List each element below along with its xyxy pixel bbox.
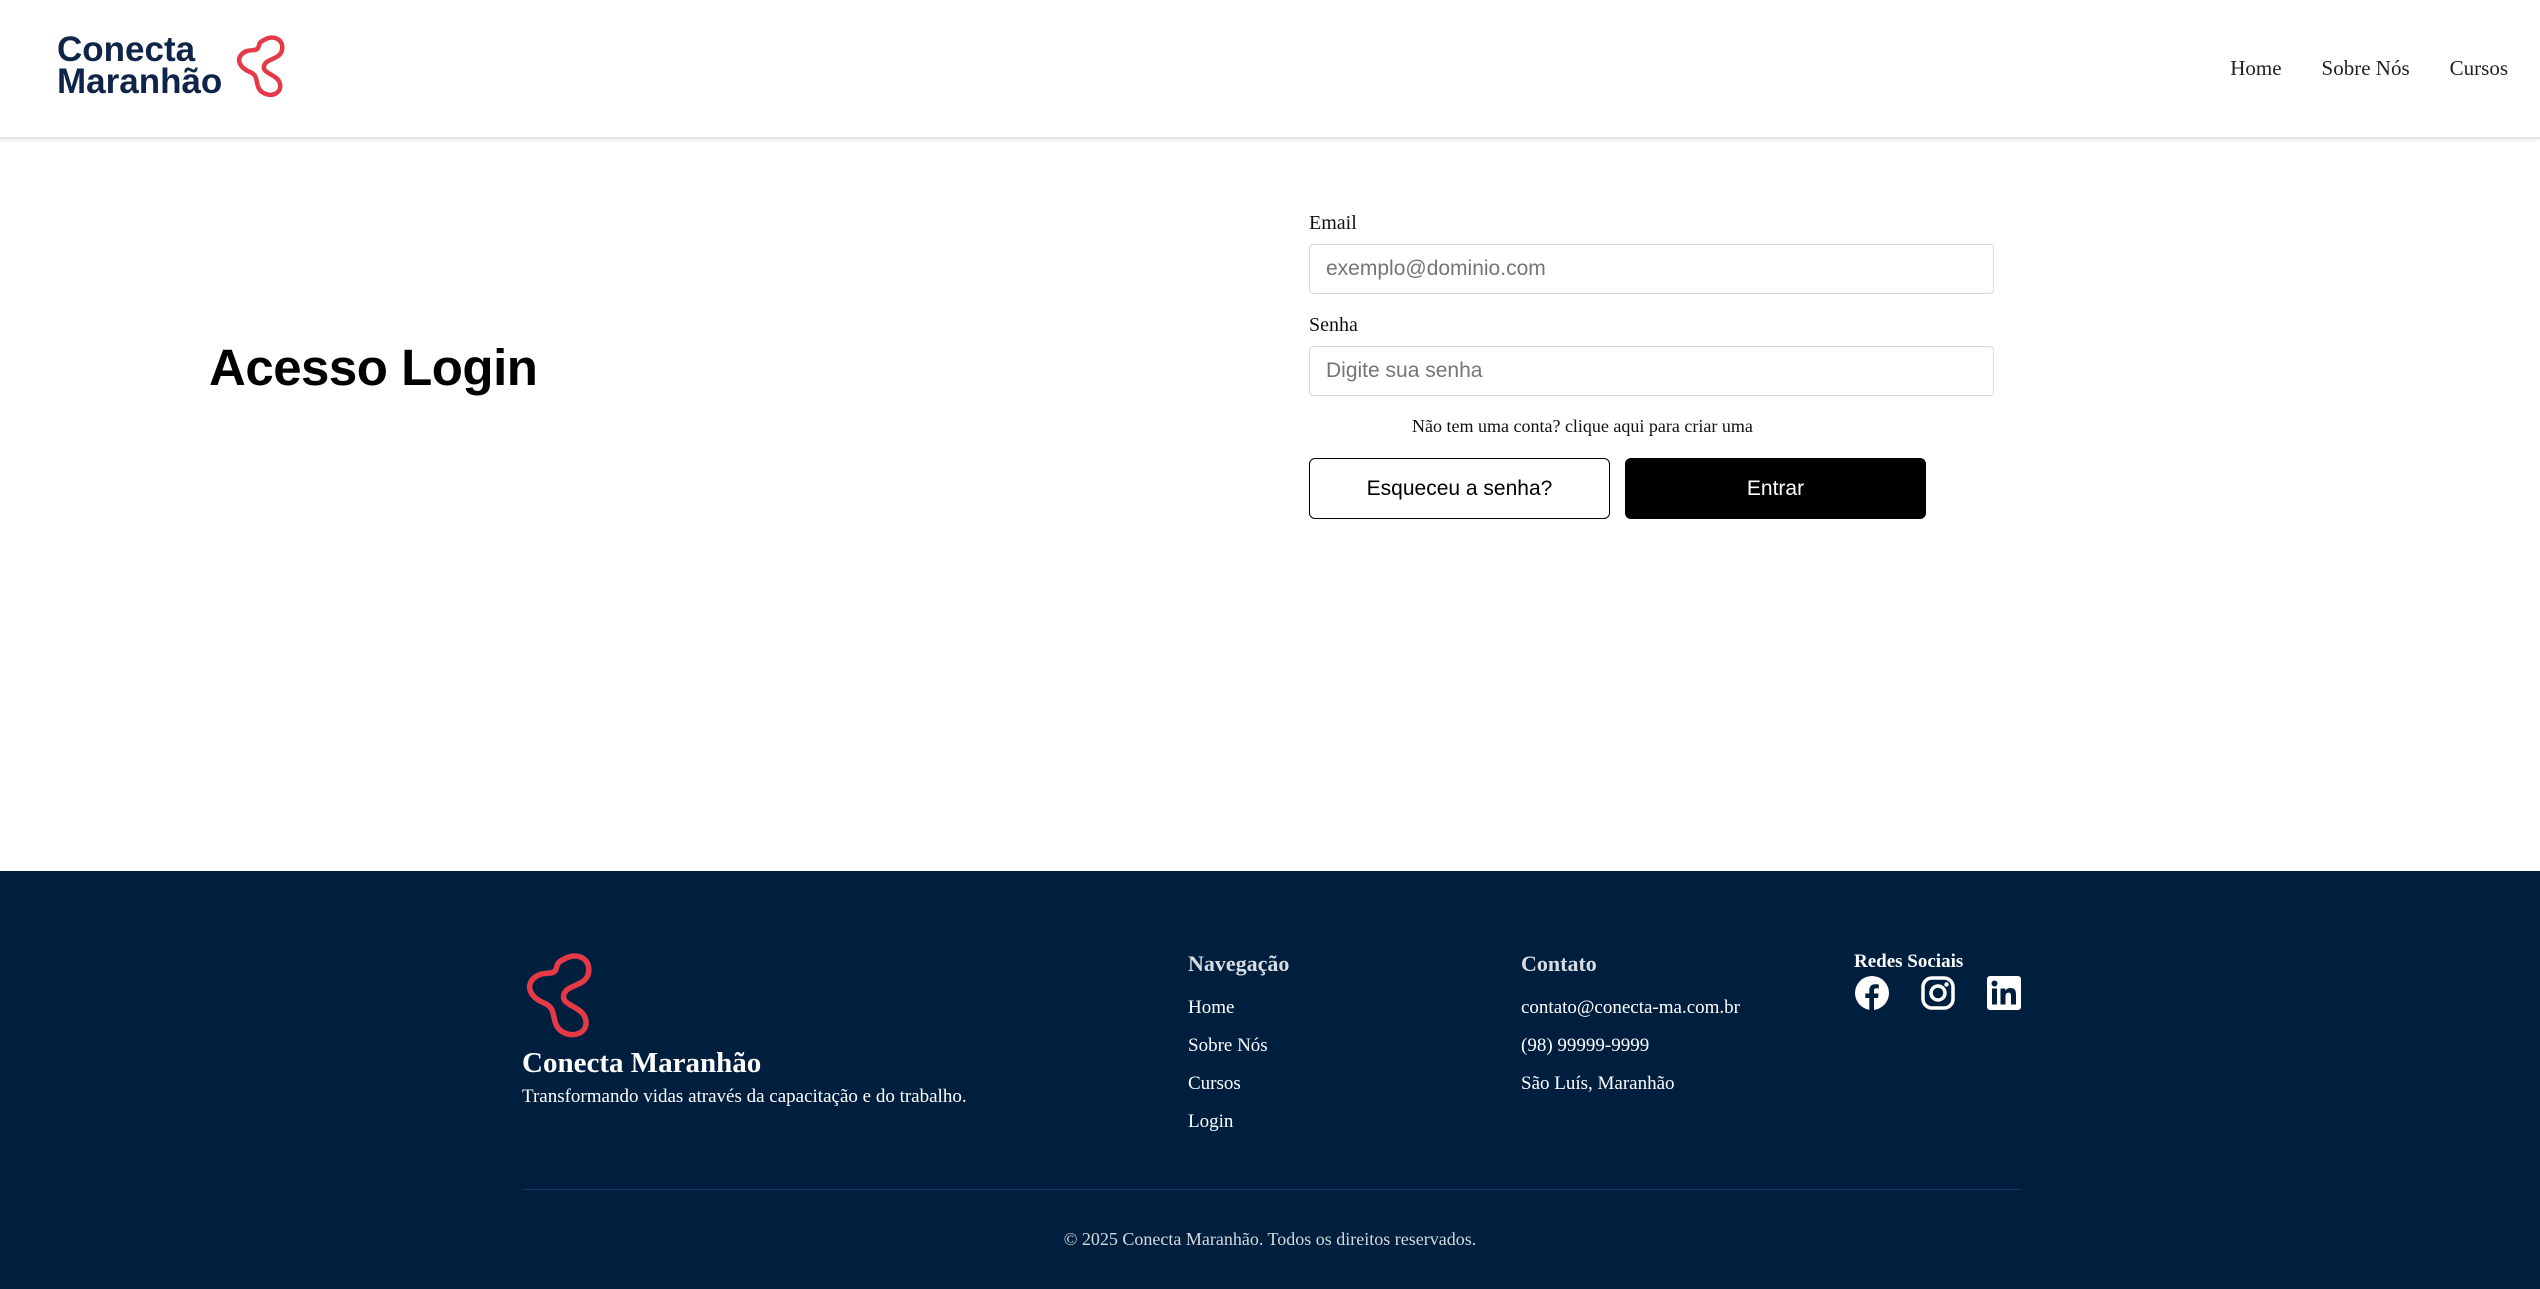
logo-text: Conecta Maranhão bbox=[57, 32, 223, 101]
nav-sobre-nos[interactable]: Sobre Nós bbox=[2322, 56, 2410, 81]
logo-line2: Maranhão bbox=[57, 62, 223, 101]
logo-knot-icon bbox=[237, 35, 285, 97]
footer-nav-cursos[interactable]: Cursos bbox=[1188, 1065, 1289, 1103]
nav-home[interactable]: Home bbox=[2230, 56, 2281, 81]
contact-phone: (98) 99999-9999 bbox=[1521, 1035, 1650, 1056]
footer-nav-sobre-nos[interactable]: Sobre Nós bbox=[1188, 1027, 1289, 1065]
footer-divider bbox=[522, 1189, 2022, 1190]
password-label: Senha bbox=[1309, 314, 1358, 336]
instagram-icon[interactable] bbox=[1920, 975, 1956, 1011]
contact-location: São Luís, Maranhão bbox=[1521, 1073, 1675, 1094]
footer-contact: Contato contato@conecta-ma.com.br (98) 9… bbox=[1521, 951, 1740, 1103]
footer-brand-name: Conecta Maranhão bbox=[522, 1047, 762, 1079]
login-form: Email Senha Não tem uma conta? clique aq… bbox=[1309, 212, 1994, 519]
signup-link[interactable]: Não tem uma conta? clique aqui para cria… bbox=[1412, 416, 1994, 437]
page-title: Acesso Login bbox=[209, 339, 538, 396]
footer-nav-home[interactable]: Home bbox=[1188, 989, 1289, 1027]
social-icons bbox=[1854, 975, 2022, 1011]
contact-email: contato@conecta-ma.com.br bbox=[1521, 997, 1741, 1018]
footer-logo-knot-icon bbox=[526, 953, 592, 1038]
nav-cursos[interactable]: Cursos bbox=[2450, 56, 2508, 81]
login-submit-button[interactable]: Entrar bbox=[1625, 458, 1926, 519]
footer-contact-title: Contato bbox=[1521, 951, 1597, 976]
footer-navigation: Navegação Home Sobre Nós Cursos Login bbox=[1188, 951, 1289, 1141]
forgot-password-button[interactable]: Esqueceu a senha? bbox=[1309, 458, 1610, 519]
footer-nav-title: Navegação bbox=[1188, 951, 1290, 976]
footer-nav-login[interactable]: Login bbox=[1188, 1103, 1289, 1141]
logo[interactable]: Conecta Maranhão bbox=[57, 32, 290, 101]
site-header: Conecta Maranhão Home Sobre Nós Cursos bbox=[0, 0, 2540, 139]
email-field[interactable] bbox=[1309, 244, 1994, 294]
email-label: Email bbox=[1309, 212, 1357, 234]
site-footer: Conecta Maranhão Transformando vidas atr… bbox=[0, 871, 2540, 1289]
copyright: © 2025 Conecta Maranhão. Todos os direit… bbox=[1063, 1229, 1477, 1249]
password-group: Senha bbox=[1309, 314, 1994, 396]
facebook-icon[interactable] bbox=[1854, 975, 1890, 1011]
linkedin-icon[interactable] bbox=[1986, 975, 2022, 1011]
form-actions: Esqueceu a senha? Entrar bbox=[1309, 458, 1994, 519]
password-field[interactable] bbox=[1309, 346, 1994, 396]
main-nav: Home Sobre Nós Cursos bbox=[2230, 56, 2508, 81]
email-group: Email bbox=[1309, 212, 1994, 294]
footer-tagline: Transformando vidas através da capacitaç… bbox=[522, 1086, 967, 1107]
footer-social: Redes Sociais bbox=[1854, 951, 2022, 1011]
footer-social-title: Redes Sociais bbox=[1854, 951, 1964, 972]
footer-brand: Conecta Maranhão Transformando vidas atr… bbox=[522, 951, 967, 1108]
